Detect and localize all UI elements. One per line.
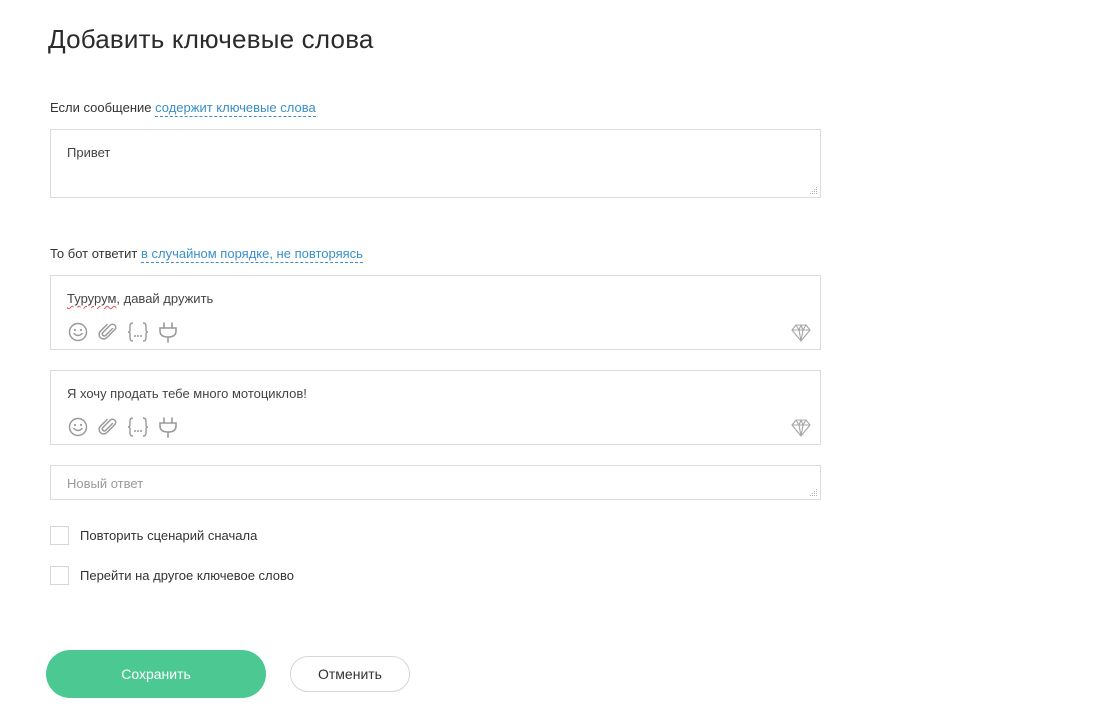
goto-keyword-label: Перейти на другое ключевое слово <box>80 568 295 583</box>
keywords-textarea[interactable]: Привет <box>50 129 821 198</box>
variable-braces-icon[interactable] <box>126 320 150 344</box>
repeat-scenario-option[interactable]: Повторить сценарий сначала <box>50 526 257 545</box>
response-editor-1[interactable]: Турурум, давай дружить <box>50 275 821 350</box>
new-response-input[interactable]: Новый ответ <box>50 465 821 500</box>
response-order-link[interactable]: в случайном порядке, не повторяясь <box>140 246 363 263</box>
diamond-icon[interactable] <box>790 417 812 439</box>
response-text-2: Я хочу продать тебе много мотоциклов! <box>67 386 307 401</box>
response-text-1-rest: , давай дружить <box>116 291 214 306</box>
response-toolbar-2 <box>66 415 180 439</box>
responses-label-prefix: То бот ответит <box>50 246 141 261</box>
resize-handle-icon[interactable] <box>810 187 818 195</box>
variable-braces-icon[interactable] <box>126 415 150 439</box>
new-response-placeholder: Новый ответ <box>67 476 144 491</box>
paperclip-icon[interactable] <box>96 320 120 344</box>
paperclip-icon[interactable] <box>96 415 120 439</box>
plugin-icon[interactable] <box>156 415 180 439</box>
cancel-button[interactable]: Отменить <box>290 656 410 692</box>
goto-keyword-checkbox[interactable] <box>50 566 69 585</box>
response-toolbar-1 <box>66 320 180 344</box>
keywords-label: Если сообщение содержит ключевые слова <box>50 100 316 117</box>
resize-handle-icon[interactable] <box>810 489 818 497</box>
response-editor-2[interactable]: Я хочу продать тебе много мотоциклов! <box>50 370 821 445</box>
misspelled-word: Турурум <box>67 291 117 306</box>
page-title: Добавить ключевые слова <box>48 24 374 54</box>
save-button[interactable]: Сохранить <box>46 650 266 698</box>
emoji-icon[interactable] <box>66 320 90 344</box>
keywords-label-prefix: Если сообщение <box>50 100 156 115</box>
diamond-icon[interactable] <box>790 322 812 344</box>
goto-keyword-option[interactable]: Перейти на другое ключевое слово <box>50 566 294 585</box>
repeat-scenario-label: Повторить сценарий сначала <box>80 528 258 543</box>
plugin-icon[interactable] <box>156 320 180 344</box>
keyword-condition-link[interactable]: содержит ключевые слова <box>155 100 316 117</box>
keywords-value: Привет <box>67 145 111 160</box>
responses-label: То бот ответит в случайном порядке, не п… <box>50 246 363 263</box>
repeat-scenario-checkbox[interactable] <box>50 526 69 545</box>
response-text-1: Турурум, давай дружить <box>67 291 213 306</box>
emoji-icon[interactable] <box>66 415 90 439</box>
